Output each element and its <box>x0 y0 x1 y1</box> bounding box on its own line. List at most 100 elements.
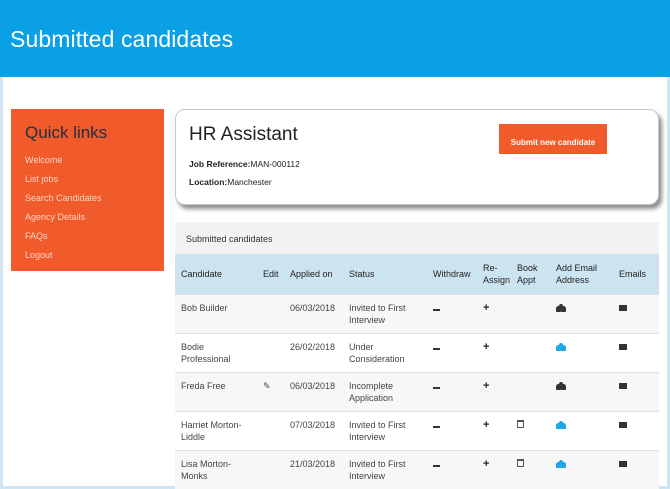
withdraw-cell[interactable] <box>427 410 477 450</box>
header-bar: Submitted candidates <box>0 0 670 77</box>
book-appt-cell[interactable] <box>511 410 550 450</box>
page-title: Submitted candidates <box>10 26 234 52</box>
job-reference-value: MAN-000112 <box>250 159 300 169</box>
col-emails: Emails <box>613 254 659 294</box>
emails-cell[interactable] <box>613 449 659 489</box>
quick-link-logout[interactable]: Logout <box>25 246 164 265</box>
quick-link-search-candidates[interactable]: Search Candidates <box>25 189 164 208</box>
candidate-name[interactable]: Bodie Professional <box>175 332 257 372</box>
col-withdraw: Withdraw <box>427 254 477 294</box>
col-reassign: Re-Assign <box>477 254 511 294</box>
quick-links-panel: Quick links Welcome List jobs Search Can… <box>11 109 164 271</box>
reassign-icon[interactable]: + <box>483 302 489 313</box>
book-appt-cell <box>511 293 550 333</box>
reassign-cell[interactable]: + <box>477 332 511 372</box>
withdraw-icon[interactable] <box>433 347 440 350</box>
col-edit: Edit <box>257 254 284 294</box>
edit-cell <box>257 332 284 372</box>
reassign-cell[interactable]: + <box>477 371 511 411</box>
add-email-cell[interactable] <box>550 293 613 333</box>
status: Invited to First Interview <box>343 293 427 333</box>
candidates-table: Candidate Edit Applied on Status Withdra… <box>175 254 659 489</box>
reassign-icon[interactable]: + <box>483 419 489 430</box>
envelope-icon[interactable] <box>619 421 627 428</box>
table-row: Bob Builder 06/03/2018 Invited to First In… <box>175 293 659 333</box>
reassign-cell[interactable]: + <box>477 293 511 333</box>
job-location-label: Location: <box>189 177 228 187</box>
envelope-icon[interactable] <box>619 382 627 389</box>
reassign-icon[interactable]: + <box>483 458 489 469</box>
candidate-name[interactable]: Bob Builder <box>175 293 257 333</box>
withdraw-icon[interactable] <box>433 308 440 311</box>
calendar-icon[interactable] <box>517 458 524 467</box>
envelope-icon[interactable] <box>619 304 627 311</box>
calendar-icon[interactable] <box>517 419 524 428</box>
emails-cell[interactable] <box>613 332 659 372</box>
table-row: Freda Free ✎ 06/03/2018 Incomplete Applicat… <box>175 371 659 411</box>
col-book-appt: Book Appt <box>511 254 550 294</box>
col-candidate[interactable]: Candidate <box>175 254 257 294</box>
emails-cell[interactable] <box>613 371 659 411</box>
edit-cell <box>257 293 284 333</box>
candidates-table-panel: Submitted candidates Candidate Edit Appl… <box>175 222 659 489</box>
withdraw-cell[interactable] <box>427 293 477 333</box>
edit-icon[interactable]: ✎ <box>263 380 271 392</box>
status: Invited to First Interview <box>343 410 427 450</box>
add-email-cell[interactable] <box>550 332 613 372</box>
envelope-icon[interactable] <box>619 460 627 467</box>
applied-on: 26/02/2018 <box>284 332 343 372</box>
col-add-email: Add Email Address <box>550 254 613 294</box>
reassign-cell[interactable]: + <box>477 449 511 489</box>
reassign-cell[interactable]: + <box>477 410 511 450</box>
reassign-icon[interactable]: + <box>483 380 489 391</box>
book-appt-cell[interactable] <box>511 449 550 489</box>
col-status[interactable]: Status <box>343 254 427 294</box>
candidate-name[interactable]: Lisa Morton-Monks <box>175 449 257 489</box>
quick-link-welcome[interactable]: Welcome <box>25 151 164 170</box>
withdraw-cell[interactable] <box>427 449 477 489</box>
withdraw-icon[interactable] <box>433 464 440 467</box>
withdraw-cell[interactable] <box>427 371 477 411</box>
candidate-name[interactable]: Harriet Morton-Liddle <box>175 410 257 450</box>
status: Invited to First Interview <box>343 449 427 489</box>
book-appt-cell <box>511 332 550 372</box>
book-appt-cell <box>511 371 550 411</box>
envelope-icon[interactable] <box>619 343 627 350</box>
add-email-users-icon[interactable] <box>556 420 566 429</box>
emails-cell[interactable] <box>613 410 659 450</box>
withdraw-cell[interactable] <box>427 332 477 372</box>
edit-cell <box>257 449 284 489</box>
table-row: Harriet Morton-Liddle 07/03/2018 Invited t… <box>175 410 659 450</box>
applied-on: 06/03/2018 <box>284 371 343 411</box>
table-row: Lisa Morton-Monks 21/03/2018 Invited to Fi… <box>175 449 659 489</box>
quick-link-list-jobs[interactable]: List jobs <box>25 170 164 189</box>
table-title: Submitted candidates <box>175 222 659 254</box>
edit-cell[interactable]: ✎ <box>257 371 284 411</box>
quick-links-heading: Quick links <box>25 123 108 142</box>
col-applied-on[interactable]: Applied on <box>284 254 343 294</box>
quick-link-faqs[interactable]: FAQs <box>25 227 164 246</box>
add-email-cell[interactable] <box>550 449 613 489</box>
table-row: Bodie Professional 26/02/2018 Under Consid… <box>175 332 659 372</box>
job-location-value: Manchester <box>227 177 272 187</box>
withdraw-icon[interactable] <box>433 386 440 389</box>
withdraw-icon[interactable] <box>433 425 440 428</box>
add-email-cell[interactable] <box>550 371 613 411</box>
status: Incomplete Application <box>343 371 427 411</box>
emails-cell[interactable] <box>613 293 659 333</box>
submit-new-candidate-button[interactable]: Submit new candidate <box>499 124 607 154</box>
reassign-icon[interactable]: + <box>483 341 489 352</box>
add-email-users-icon[interactable] <box>556 459 566 468</box>
add-email-cell[interactable] <box>550 410 613 450</box>
status: Under Consideration <box>343 332 427 372</box>
job-reference: Job Reference:MAN-000112 <box>189 159 300 169</box>
job-card: HR Assistant Job Reference:MAN-000112 Lo… <box>175 109 659 205</box>
add-email-users-icon[interactable] <box>556 303 566 312</box>
add-email-users-icon[interactable] <box>556 342 566 351</box>
edit-cell <box>257 410 284 450</box>
add-email-users-icon[interactable] <box>556 381 566 390</box>
job-reference-label: Job Reference: <box>189 159 251 169</box>
quick-link-agency-details[interactable]: Agency Details <box>25 208 164 227</box>
candidate-name[interactable]: Freda Free <box>175 371 257 411</box>
job-location: Location:Manchester <box>189 177 272 187</box>
